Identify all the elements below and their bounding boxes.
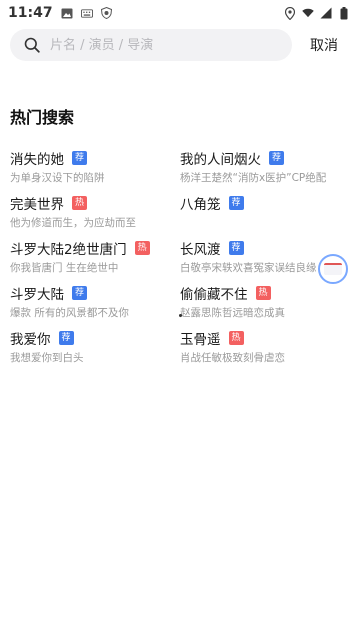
item-title-row: 偷偷藏不住热 <box>180 283 350 303</box>
item-title-row: 玉骨遥热 <box>180 328 350 348</box>
item-title: 我爱你 <box>10 332 51 348</box>
item-title-row: 长风渡荐 <box>180 238 350 258</box>
hot-search-item[interactable]: 消失的她荐为单身汉设下的陷阱 <box>10 148 180 193</box>
item-subtitle: 你我皆唐门 生在绝世中 <box>10 262 119 274</box>
item-title: 玉骨遥 <box>180 332 221 348</box>
recommend-badge: 荐 <box>269 151 285 165</box>
search-row: 取消 <box>10 29 350 61</box>
item-subtitle: 他为修道而生，为应劫而至 <box>10 217 136 229</box>
status-time: 11:47 <box>8 5 53 21</box>
item-title: 斗罗大陆2绝世唐门 <box>10 242 127 258</box>
item-subtitle: 为单身汉设下的陷阱 <box>10 172 105 184</box>
item-title-row: 我的人间烟火荐 <box>180 148 350 168</box>
item-title-row: 八角笼荐 <box>180 193 350 213</box>
battery-icon <box>338 6 350 19</box>
hot-search-item[interactable]: 斗罗大陆2绝世唐门热你我皆唐门 生在绝世中 <box>10 238 180 283</box>
item-title-row: 消失的她荐 <box>10 148 180 168</box>
item-subtitle: 杨洋王楚然“消防x医护”CP绝配 <box>180 172 327 184</box>
image-icon <box>61 7 73 19</box>
location-icon <box>284 6 296 20</box>
hot-search-title: 热门搜索 <box>10 108 75 127</box>
status-right <box>284 6 350 20</box>
item-subtitle: 肖战任敏极致刻骨虐恋 <box>180 352 285 364</box>
recommend-badge: 荐 <box>72 151 88 165</box>
hot-search-item[interactable]: 我爱你荐我想爱你到白头 <box>10 328 180 373</box>
hot-badge: 热 <box>228 331 244 345</box>
hot-badge: 热 <box>72 196 88 210</box>
search-input[interactable] <box>48 36 272 54</box>
item-title: 消失的她 <box>10 152 64 168</box>
hot-search-list: 消失的她荐为单身汉设下的陷阱 我的人间烟火荐杨洋王楚然“消防x医护”CP绝配 完美世… <box>10 148 350 373</box>
item-subtitle: 赵露思陈哲远暗恋成真 <box>180 307 285 319</box>
hot-search-item[interactable]: 斗罗大陆荐爆款 所有的风景都不及你 <box>10 283 180 328</box>
search-box[interactable] <box>10 29 292 61</box>
wifi-icon <box>302 7 314 19</box>
recommend-badge: 荐 <box>228 196 244 210</box>
cancel-button[interactable]: 取消 <box>310 35 338 55</box>
hot-search-item[interactable]: 八角笼荐 <box>180 193 350 238</box>
hot-search-item[interactable]: 玉骨遥热肖战任敏极致刻骨虐恋 <box>180 328 350 373</box>
item-title: 偷偷藏不住 <box>180 287 248 303</box>
status-bar: 11:47 <box>0 0 358 26</box>
search-icon <box>24 37 40 53</box>
item-subtitle: 我想爱你到白头 <box>10 352 84 364</box>
keyboard-icon <box>80 7 93 19</box>
hot-search-item[interactable]: 我的人间烟火荐杨洋王楚然“消防x医护”CP绝配 <box>180 148 350 193</box>
item-title: 我的人间烟火 <box>180 152 261 168</box>
floating-window-button[interactable] <box>318 254 348 284</box>
touch-indicator <box>179 314 182 317</box>
item-title: 斗罗大陆 <box>10 287 64 303</box>
hot-badge: 热 <box>255 286 271 300</box>
hot-badge: 热 <box>134 241 150 255</box>
item-title: 完美世界 <box>10 197 64 213</box>
recommend-badge: 荐 <box>58 331 74 345</box>
status-left: 11:47 <box>8 5 113 21</box>
item-title: 长风渡 <box>180 242 221 258</box>
shield-icon <box>101 7 113 19</box>
item-subtitle: 白敬亭宋轶欢喜冤家误结良缘 <box>180 262 317 274</box>
recommend-badge: 荐 <box>72 286 88 300</box>
item-title-row: 斗罗大陆荐 <box>10 283 180 303</box>
mini-window-icon <box>324 263 342 275</box>
item-title-row: 完美世界热 <box>10 193 180 213</box>
item-title: 八角笼 <box>180 197 221 213</box>
item-title-row: 我爱你荐 <box>10 328 180 348</box>
recommend-badge: 荐 <box>228 241 244 255</box>
hot-search-item[interactable]: 偷偷藏不住热赵露思陈哲远暗恋成真 <box>180 283 350 328</box>
hot-search-item[interactable]: 完美世界热他为修道而生，为应劫而至 <box>10 193 180 238</box>
signal-icon <box>320 7 332 19</box>
item-title-row: 斗罗大陆2绝世唐门热 <box>10 238 180 258</box>
item-subtitle: 爆款 所有的风景都不及你 <box>10 307 129 319</box>
